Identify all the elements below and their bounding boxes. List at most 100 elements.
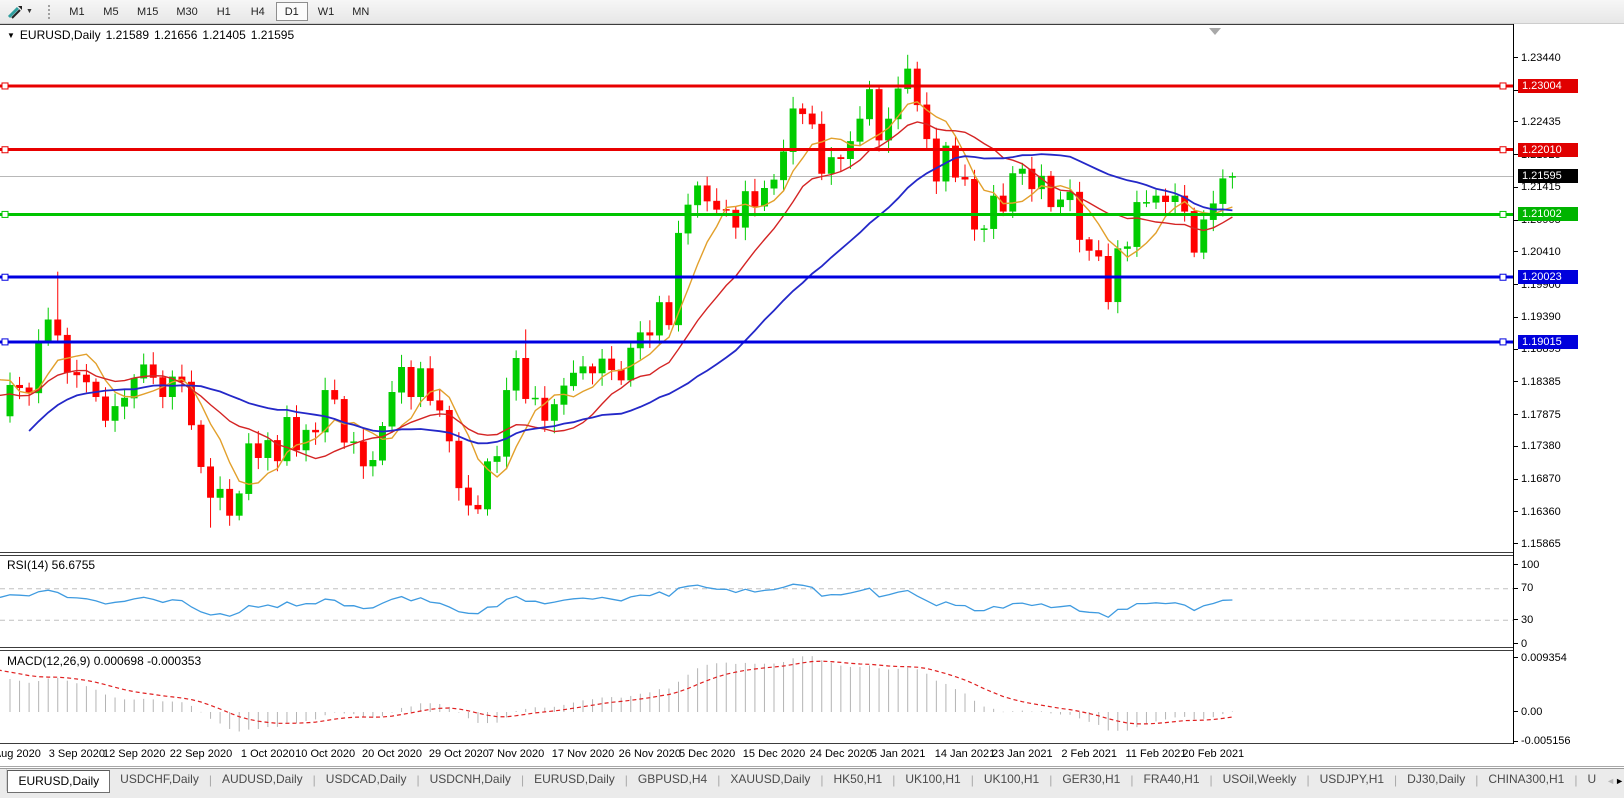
rsi-macd-separator[interactable]: [0, 647, 1624, 648]
chart-tab-usdcad-daily[interactable]: USDCAD,Daily: [316, 769, 417, 789]
candles: [7, 55, 1236, 528]
rsi-axis-label: 70: [1514, 582, 1533, 595]
timeframe-buttons: M1M5M15M30H1H4D1W1MN: [60, 2, 378, 22]
tab-scroll-left-icon[interactable]: ◄: [1606, 769, 1615, 793]
toolbar-grip-handle[interactable]: [47, 4, 52, 19]
date-tick-label: 3 Sep 2020: [49, 748, 105, 760]
price-tick: 1.23440: [1514, 51, 1561, 64]
chart-tab-eurusd-daily[interactable]: EURUSD,Daily: [7, 770, 110, 793]
price-tick: 1.20410: [1514, 245, 1561, 258]
rsi-axis-label: 0: [1514, 637, 1527, 650]
rsi-axis-label: 30: [1514, 613, 1533, 626]
horizontal-levels[interactable]: [0, 83, 1513, 345]
price-tick-label: 1.17380: [1521, 440, 1561, 452]
tick-mark: [1514, 284, 1518, 285]
chart-tab-bar: EURUSD,DailyUSDCHF,Daily|AUDUSD,Daily|US…: [0, 768, 1624, 798]
hline-left-handle: [2, 274, 8, 280]
tick-mark: [1514, 711, 1518, 712]
hline-left-handle: [2, 211, 8, 217]
hline-right-handle: [1500, 274, 1506, 280]
date-tick-label: 14 Jan 2021: [935, 748, 996, 760]
chart-tab-ger30-h1[interactable]: GER30,H1: [1052, 769, 1130, 789]
price-tick-label: 1.22435: [1521, 116, 1561, 128]
price-badge-support-line-price: 1.20023: [1518, 270, 1578, 284]
chart-tab-usdjpy-h1[interactable]: USDJPY,H1: [1310, 769, 1394, 789]
chart-tab-hk50-h1[interactable]: HK50,H1: [824, 769, 893, 789]
timeframe-button-m5[interactable]: M5: [95, 2, 127, 21]
price-badge-resistance-line-price: 1.22010: [1518, 143, 1578, 157]
chart-tab-gbpusd-h4[interactable]: GBPUSD,H4: [628, 769, 717, 789]
price-tick-label: 1.19390: [1521, 311, 1561, 323]
top-toolbar: ▼ M1M5M15M30H1H4D1W1MN: [0, 0, 1624, 24]
macd-panel[interactable]: [0, 651, 1513, 743]
rsi-axis-value: 100: [1521, 559, 1539, 571]
chart-tab-audusd-daily[interactable]: AUDUSD,Daily: [212, 769, 313, 789]
moving-average-lines: [0, 102, 1232, 485]
chart-tab-china300-h1[interactable]: CHINA300,H1: [1478, 769, 1574, 789]
chart-frame-bottom-border: [0, 743, 1624, 744]
tick-mark: [1514, 381, 1518, 382]
chevron-down-icon[interactable]: ▼: [26, 8, 33, 15]
chart-tool-icon: [6, 4, 22, 20]
macd-axis-value: 0.00: [1521, 706, 1542, 718]
timeframe-button-h1[interactable]: H1: [208, 2, 240, 21]
price-tick: 1.22435: [1514, 115, 1561, 128]
date-axis-bottom-border: [0, 766, 1624, 767]
candlestick-chart[interactable]: [0, 25, 1513, 552]
ma-6-line: [0, 102, 1232, 485]
chart-tool-button[interactable]: ▼: [0, 4, 37, 20]
timeframe-button-mn[interactable]: MN: [344, 2, 377, 21]
chart-tab-truncated[interactable]: U: [1577, 769, 1606, 789]
tick-mark: [1514, 121, 1518, 122]
tick-mark: [1514, 657, 1518, 658]
rsi-axis-label: 100: [1514, 558, 1539, 571]
tab-bar-grip[interactable]: [0, 769, 7, 791]
macd-axis-label: 0.00: [1514, 705, 1542, 718]
macd-axis-value: -0.005156: [1521, 735, 1571, 747]
date-axis[interactable]: 25 Aug 20203 Sep 202012 Sep 202022 Sep 2…: [0, 745, 1513, 766]
chart-tab-fra40-h1[interactable]: FRA40,H1: [1133, 769, 1209, 789]
price-axis[interactable]: 1.234401.229301.224351.219251.214151.209…: [1514, 24, 1624, 744]
price-badge-pivot-line-price: 1.21002: [1518, 207, 1578, 221]
timeframe-button-m1[interactable]: M1: [61, 2, 93, 21]
chart-tab-usdchf-daily[interactable]: USDCHF,Daily: [110, 769, 209, 789]
chart-shift-marker-icon[interactable]: [1209, 28, 1221, 35]
price-tick-label: 1.16360: [1521, 506, 1561, 518]
date-tick-label: 2 Feb 2021: [1061, 748, 1117, 760]
price-tick: 1.17875: [1514, 408, 1561, 421]
tick-mark: [1514, 543, 1518, 544]
date-tick-label: 22 Sep 2020: [170, 748, 232, 760]
price-tick: 1.19390: [1514, 311, 1561, 324]
date-tick-label: 26 Nov 2020: [619, 748, 681, 760]
price-tick-label: 1.17875: [1521, 409, 1561, 421]
timeframe-button-m15[interactable]: M15: [129, 2, 166, 21]
date-tick-label: 24 Dec 2020: [810, 748, 872, 760]
date-tick-label: 25 Aug 2020: [0, 748, 41, 760]
rsi-panel[interactable]: [0, 556, 1513, 646]
chart-tab-uk100-h1[interactable]: UK100,H1: [974, 769, 1049, 789]
chart-title-dropdown-icon[interactable]: ▼: [7, 31, 15, 40]
chart-tab-uk100-h1[interactable]: UK100,H1: [895, 769, 970, 789]
tab-scroll-right-icon[interactable]: ►: [1615, 769, 1624, 793]
date-tick-label: 1 Oct 2020: [241, 748, 295, 760]
hline-right-handle: [1500, 147, 1506, 153]
timeframe-button-d1[interactable]: D1: [276, 2, 308, 21]
chart-tab-usoil-weekly[interactable]: USOil,Weekly: [1213, 769, 1307, 789]
tick-mark: [1514, 741, 1518, 742]
tick-mark: [1514, 414, 1518, 415]
timeframe-button-h4[interactable]: H4: [242, 2, 274, 21]
ma-14-line: [0, 122, 1232, 459]
chart-tab-usdcnh-daily[interactable]: USDCNH,Daily: [420, 769, 521, 789]
tick-mark: [1514, 57, 1518, 58]
main-rsi-separator[interactable]: [0, 552, 1624, 553]
chart-tab-eurusd-daily[interactable]: EURUSD,Daily: [524, 769, 625, 789]
timeframe-button-w1[interactable]: W1: [310, 2, 343, 21]
timeframe-button-m30[interactable]: M30: [168, 2, 205, 21]
date-tick-label: 7 Nov 2020: [488, 748, 544, 760]
tick-mark: [1514, 511, 1518, 512]
date-tick-label: 23 Jan 2021: [992, 748, 1053, 760]
chart-tab-xauusd-daily[interactable]: XAUUSD,Daily: [720, 769, 820, 789]
chart-tab-dj30-daily[interactable]: DJ30,Daily: [1397, 769, 1475, 789]
rsi-axis-value: 0: [1521, 638, 1527, 650]
hline-right-handle: [1500, 83, 1506, 89]
